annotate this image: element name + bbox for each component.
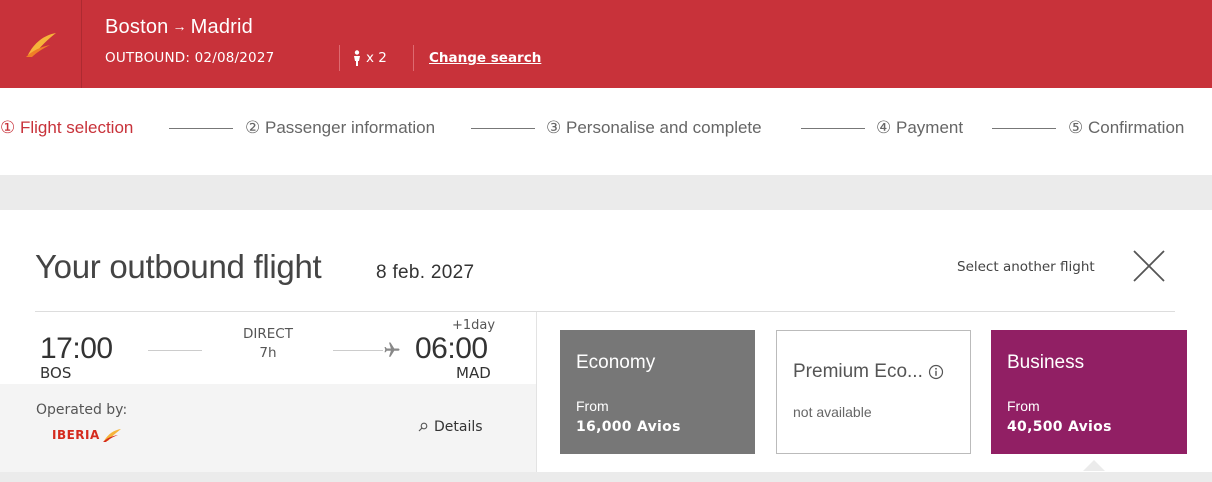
carrier-logo-text: IBERIA — [52, 428, 100, 442]
departure-airport: BOS — [40, 364, 72, 382]
step-connector — [169, 128, 233, 129]
magnifier-icon — [418, 422, 428, 432]
stops-label: DIRECT — [243, 326, 293, 342]
origin-city: Boston — [105, 16, 169, 38]
step-label: Flight selection — [19, 118, 134, 137]
fare-from-label: From — [1007, 398, 1040, 414]
step-flight-selection[interactable]: ① Flight selection — [0, 118, 133, 138]
fare-premium-economy: Premium Eco... not available — [776, 330, 971, 454]
details-button[interactable]: Details — [418, 419, 483, 435]
carrier-logo: IBERIA — [52, 427, 122, 443]
step-number: ③ — [546, 118, 562, 137]
step-label: Payment — [895, 118, 964, 137]
step-number: ④ — [876, 118, 892, 137]
plane-icon — [384, 342, 400, 357]
iberia-logo[interactable] — [0, 0, 82, 88]
details-label: Details — [434, 419, 483, 435]
fare-price: 16,000 Avios — [576, 419, 681, 435]
step-passenger-information[interactable]: ② Passenger information — [245, 118, 435, 138]
change-search-link[interactable]: Change search — [429, 50, 541, 66]
operated-by-label: Operated by: — [36, 402, 128, 418]
close-icon[interactable] — [1131, 248, 1167, 284]
route-title: Boston → Madrid — [105, 16, 253, 39]
iberia-wing-icon — [25, 33, 56, 57]
select-another-flight-link[interactable]: Select another flight — [957, 259, 1095, 275]
header-bar: Boston → Madrid OUTBOUND: 02/08/2027 x 2 C… — [0, 0, 1212, 88]
step-personalise-complete[interactable]: ③ Personalise and complete — [546, 118, 762, 138]
step-label: Passenger information — [264, 118, 436, 137]
destination-city: Madrid — [190, 16, 254, 38]
fare-name: Business — [1007, 352, 1085, 373]
info-icon[interactable] — [928, 364, 944, 380]
step-confirmation[interactable]: ⑤ Confirmation — [1068, 118, 1184, 138]
person-icon — [354, 50, 360, 66]
step-number: ① — [0, 118, 16, 137]
panel-divider — [536, 312, 537, 482]
step-payment[interactable]: ④ Payment — [876, 118, 963, 138]
route-line — [148, 350, 202, 351]
step-connector — [801, 128, 865, 129]
arrival-airport: MAD — [456, 364, 491, 382]
passenger-count: x 2 — [352, 50, 387, 66]
plus-day-badge: +1day — [452, 318, 496, 333]
fare-name: Premium Eco... — [793, 361, 944, 383]
step-number: ② — [245, 118, 261, 137]
departure-time: 17:00 — [40, 332, 113, 365]
progress-steps: ① Flight selection ② Passenger informati… — [0, 88, 1212, 175]
route-arrow-icon: → — [172, 18, 187, 34]
operator-section: Operated by: IBERIA Details — [0, 384, 537, 482]
arrival-time: 06:00 — [415, 332, 488, 365]
header-divider — [339, 45, 340, 71]
passenger-count-label: x 2 — [366, 50, 387, 66]
fare-economy[interactable]: Economy From 16,000 Avios — [560, 330, 755, 454]
step-number: ⑤ — [1068, 118, 1084, 137]
step-label: Personalise and complete — [565, 118, 762, 137]
fare-business[interactable]: Business From 40,500 Avios — [991, 330, 1187, 454]
header-divider — [413, 45, 414, 71]
card-title: Your outbound flight — [35, 248, 322, 285]
fare-name-label: Premium Eco... — [793, 361, 923, 382]
card-bottom-band — [0, 472, 1212, 482]
iberia-wing-icon — [102, 429, 121, 442]
fare-from-label: From — [576, 398, 609, 414]
duration-label: 7h — [259, 345, 277, 361]
outbound-flight-card: Your outbound flight 8 feb. 2027 Select … — [0, 210, 1212, 482]
outbound-date: OUTBOUND: 02/08/2027 — [105, 50, 275, 66]
step-label: Confirmation — [1087, 118, 1185, 137]
step-connector — [992, 128, 1056, 129]
route-line — [333, 350, 383, 351]
flight-date: 8 feb. 2027 — [376, 262, 475, 283]
fare-availability: not available — [793, 404, 872, 420]
step-connector — [471, 128, 535, 129]
fare-price: 40,500 Avios — [1007, 419, 1112, 435]
selected-fare-caret — [1083, 460, 1105, 471]
fare-name: Economy — [576, 352, 656, 373]
